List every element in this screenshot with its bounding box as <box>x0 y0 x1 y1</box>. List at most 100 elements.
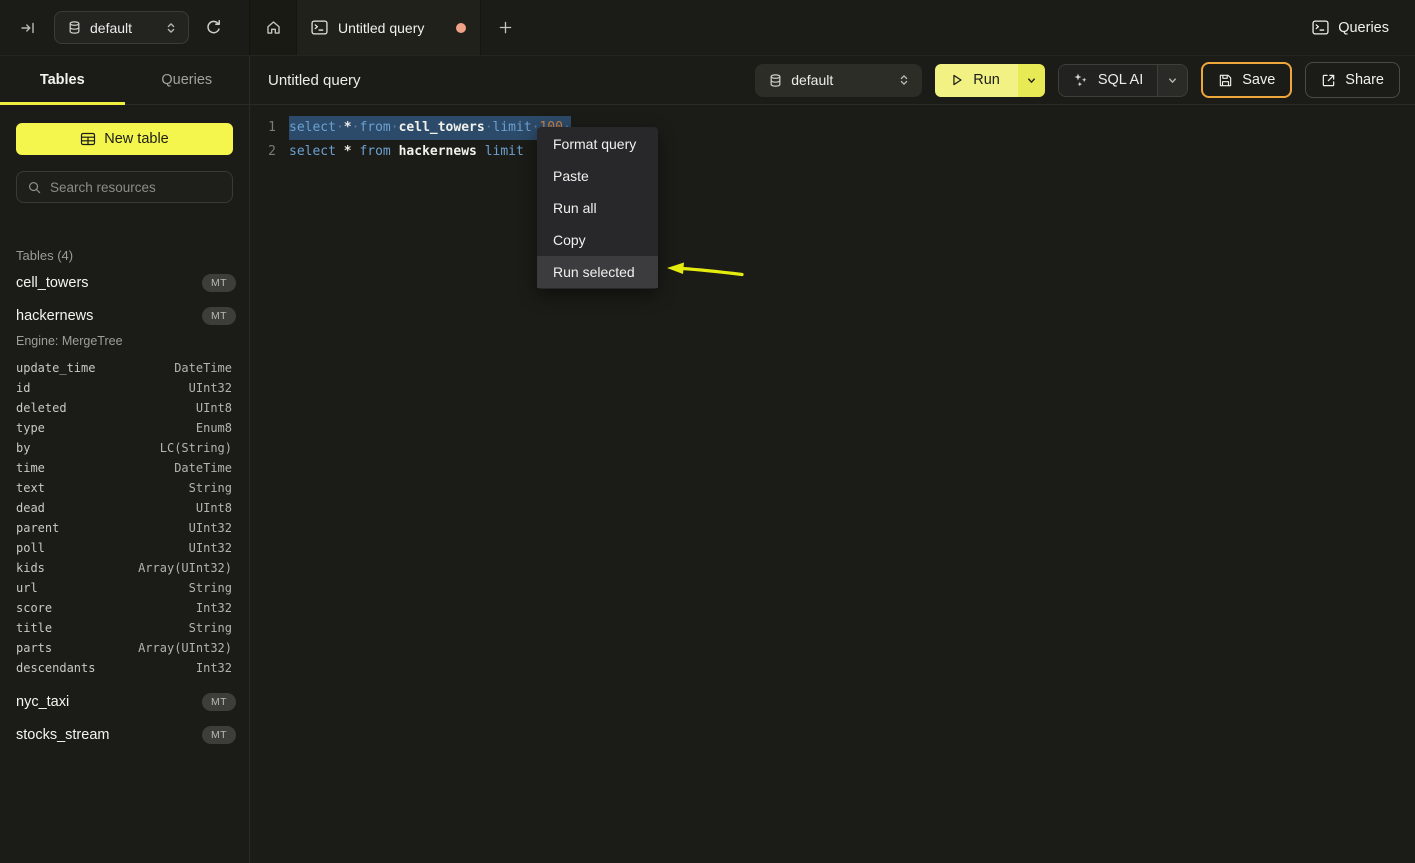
home-tab-button[interactable] <box>250 0 297 55</box>
sql-ai-options-button[interactable] <box>1157 65 1187 96</box>
column-name: dead <box>16 498 45 518</box>
column-type: String <box>189 478 232 498</box>
column-name: parent <box>16 518 59 538</box>
column-row-title: title String <box>0 618 249 638</box>
queries-icon <box>1312 20 1329 35</box>
table-name: cell_towers <box>16 275 89 291</box>
column-name: kids <box>16 558 45 578</box>
column-name: url <box>16 578 38 598</box>
column-type: Enum8 <box>196 418 232 438</box>
menu-item-copy[interactable]: Copy <box>537 224 658 256</box>
database-selector-top-value: default <box>90 20 156 36</box>
tab-untitled-query[interactable]: Untitled query <box>297 0 481 55</box>
column-type: UInt8 <box>196 498 232 518</box>
line-number: 2 <box>250 140 276 164</box>
new-table-label: New table <box>104 131 168 147</box>
table-row-nyc_taxi[interactable]: nyc_taxiMT <box>0 686 249 719</box>
columns-list: update_timeDateTimeidUInt32deletedUInt8t… <box>0 356 249 686</box>
column-row-score: scoreInt32 <box>0 598 249 618</box>
share-icon <box>1321 73 1336 88</box>
search-box <box>16 171 233 203</box>
code-line-1[interactable]: 1select·*·from·cell_towers·limit·100· <box>250 116 1415 140</box>
database-icon <box>768 73 783 88</box>
chevron-updown-icon <box>164 20 178 36</box>
engine-badge: MT <box>202 274 236 292</box>
tables-list: cell_towersMThackernewsMTEngine: MergeTr… <box>0 267 249 752</box>
column-type: String <box>189 618 232 638</box>
column-row-poll: pollUInt32 <box>0 538 249 558</box>
menu-item-paste[interactable]: Paste <box>537 160 658 192</box>
database-selector-toolbar[interactable]: default <box>755 64 922 97</box>
column-row-parent: parentUInt32 <box>0 518 249 538</box>
column-name: by <box>16 438 30 458</box>
refresh-icon <box>205 19 222 36</box>
sql-ai-split-button: SQL AI <box>1058 64 1188 97</box>
new-table-button[interactable]: New table <box>16 123 233 155</box>
table-row-cell_towers[interactable]: cell_towers MT <box>0 267 249 300</box>
home-icon <box>265 19 282 36</box>
main-pane: Untitled query default <box>250 56 1415 863</box>
run-split-button: Run <box>935 64 1045 97</box>
column-type: LC(String) <box>160 438 232 458</box>
run-options-button[interactable] <box>1018 64 1045 97</box>
sidebar-tab-tables[interactable]: Tables <box>0 56 125 104</box>
column-name: parts <box>16 638 52 658</box>
queries-button[interactable]: Queries <box>1312 20 1389 36</box>
database-icon <box>67 20 82 35</box>
sidebar-tabs: Tables Queries <box>0 56 249 105</box>
query-toolbar: Untitled query default <box>250 56 1415 105</box>
top-bar: default <box>0 0 1415 56</box>
sidebar-collapse-button[interactable] <box>16 16 40 40</box>
tables-section-label: Tables (4) <box>16 248 249 263</box>
code-line-2[interactable]: 2select * from hackernews limit <box>250 140 1415 164</box>
column-row-time: timeDateTime <box>0 458 249 478</box>
database-selector-top[interactable]: default <box>54 11 189 44</box>
column-name: score <box>16 598 52 618</box>
engine-label: Engine: MergeTree <box>0 333 249 356</box>
table-name: stocks_stream <box>16 727 109 743</box>
engine-badge: MT <box>202 693 236 711</box>
sql-ai-button[interactable]: SQL AI <box>1059 65 1157 96</box>
column-name: deleted <box>16 398 67 418</box>
column-row-type: type Enum8 <box>0 418 249 438</box>
column-row-deleted: deleted UInt8 <box>0 398 249 418</box>
refresh-button[interactable] <box>201 15 226 40</box>
top-bar-left: default <box>0 0 250 55</box>
sidebar-tab-queries[interactable]: Queries <box>125 56 250 104</box>
query-title: Untitled query <box>268 72 361 89</box>
share-button[interactable]: Share <box>1305 62 1400 98</box>
column-name: type <box>16 418 45 438</box>
run-button[interactable]: Run <box>935 64 1018 97</box>
table-row-hackernews[interactable]: hackernewsMT <box>0 300 249 333</box>
column-row-id: id UInt32 <box>0 378 249 398</box>
line-number: 1 <box>250 116 276 140</box>
column-type: Array(UInt32) <box>138 558 232 578</box>
column-type: UInt32 <box>189 378 232 398</box>
column-row-parts: parts Array(UInt32) <box>0 638 249 658</box>
tab-strip: Untitled query Queries <box>250 0 1415 55</box>
menu-item-run-all[interactable]: Run all <box>537 192 658 224</box>
menu-item-run-selected[interactable]: Run selected <box>537 256 658 288</box>
sql-editor[interactable]: 1select·*·from·cell_towers·limit·100·2se… <box>250 105 1415 863</box>
menu-item-format-query[interactable]: Format query <box>537 128 658 160</box>
column-name: text <box>16 478 45 498</box>
play-icon <box>950 73 964 87</box>
column-row-url: urlString <box>0 578 249 598</box>
plus-icon <box>498 20 513 35</box>
column-name: id <box>16 378 30 398</box>
search-input[interactable] <box>50 180 222 195</box>
column-type: Array(UInt32) <box>138 638 232 658</box>
save-button[interactable]: Save <box>1201 62 1292 98</box>
table-row-stocks_stream[interactable]: stocks_streamMT <box>0 719 249 752</box>
chevron-updown-icon <box>897 72 911 88</box>
toolbar-controls: default Run <box>755 62 1400 98</box>
column-name: title <box>16 618 52 638</box>
column-row-by: by LC(String) <box>0 438 249 458</box>
column-type: UInt8 <box>196 398 232 418</box>
share-button-label: Share <box>1345 72 1384 88</box>
table-grid-icon <box>80 132 96 146</box>
workspace: Tables Queries New table <box>0 56 1415 863</box>
table-name: hackernews <box>16 308 93 324</box>
column-type: Int32 <box>196 658 232 678</box>
new-tab-button[interactable] <box>481 0 529 55</box>
